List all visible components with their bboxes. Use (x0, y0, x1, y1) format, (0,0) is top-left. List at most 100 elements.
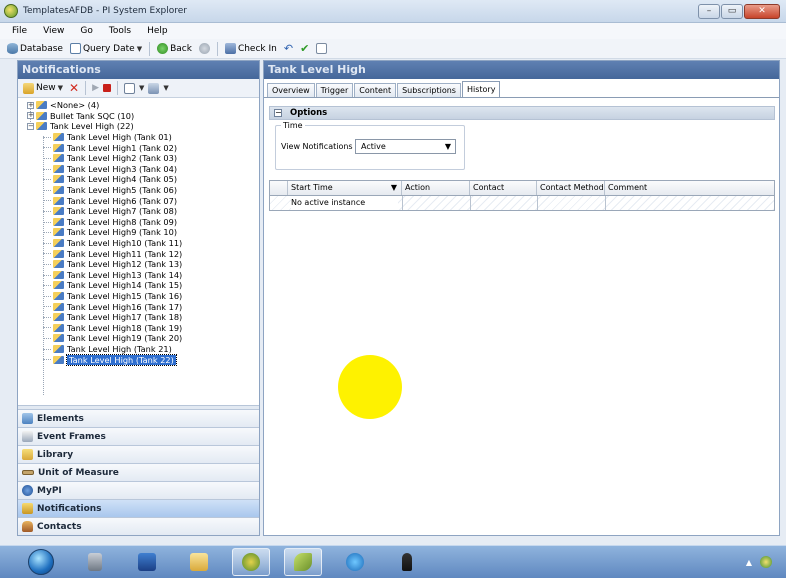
tree-item[interactable]: Tank Level High19 (Tank 20) (18, 333, 259, 344)
tree-item[interactable]: Tank Level High11 (Tank 12) (18, 248, 259, 259)
notification-icon (53, 302, 64, 311)
tab-content[interactable]: Content (354, 83, 397, 97)
tree-item[interactable]: Tank Level High (Tank 21) (18, 344, 259, 355)
notification-icon (53, 207, 64, 216)
new-button[interactable]: New ▼ (21, 82, 65, 94)
taskbar-internet-explorer[interactable] (336, 548, 374, 576)
properties-button[interactable] (314, 43, 329, 54)
tree-item[interactable]: Tank Level High6 (Tank 07) (18, 195, 259, 206)
column-header-action[interactable]: Action (402, 181, 470, 195)
column-header-contact-method[interactable]: Contact Method (537, 181, 605, 195)
menu-go[interactable]: Go (80, 26, 92, 36)
notifications-icon (22, 503, 33, 514)
column-header-comment[interactable]: Comment (605, 181, 774, 195)
toolbar-separator (216, 41, 218, 56)
delete-icon[interactable]: ✕ (69, 82, 79, 94)
expand-icon[interactable]: + (27, 112, 34, 120)
copy-icon[interactable] (124, 82, 136, 94)
nav-elements[interactable]: Elements (18, 409, 259, 427)
start-button[interactable] (28, 549, 54, 575)
tree-item[interactable]: Tank Level High3 (Tank 04) (18, 164, 259, 175)
tree-item[interactable]: Tank Level High13 (Tank 14) (18, 270, 259, 281)
collapse-icon[interactable]: − (274, 109, 282, 117)
stop-icon[interactable] (103, 84, 112, 92)
expand-icon[interactable]: + (27, 101, 34, 109)
nav-notifications[interactable]: Notifications (18, 499, 259, 517)
tree-item-label: Tank Level High10 (Tank 11) (67, 238, 183, 249)
tree-connector (43, 348, 51, 350)
back-button[interactable]: Back (155, 43, 194, 54)
database-button[interactable]: Database (5, 43, 65, 54)
taskbar-pi-system-explorer[interactable] (232, 548, 270, 576)
tree-item-label: Tank Level High17 (Tank 18) (67, 312, 183, 323)
nav-event-frames[interactable]: Event Frames (18, 427, 259, 445)
nav-unit-of-measure[interactable]: Unit of Measure (18, 463, 259, 481)
export-icon[interactable] (148, 82, 160, 94)
menu-file[interactable]: File (12, 26, 27, 36)
tree-item[interactable]: Tank Level High (Tank 22) (18, 353, 259, 366)
tree-connector (43, 136, 51, 138)
tree-item[interactable]: Tank Level High14 (Tank 15) (18, 280, 259, 291)
toolbar-separator (149, 41, 151, 56)
column-divider (605, 196, 606, 210)
row-selector-header[interactable] (270, 181, 288, 195)
chevron-down-icon[interactable]: ▼ (163, 84, 168, 92)
tree-item[interactable]: Tank Level High15 (Tank 16) (18, 291, 259, 302)
notification-icon (53, 133, 64, 142)
column-header-start-time[interactable]: Start Time ▼ (288, 181, 402, 195)
options-section-header[interactable]: − Options (269, 106, 775, 120)
taskbar-processbook[interactable] (284, 548, 322, 576)
taskbar-explorer[interactable] (180, 548, 218, 576)
undo-button[interactable]: ↶ (282, 43, 295, 54)
tree-item[interactable]: Tank Level High2 (Tank 03) (18, 153, 259, 164)
tray-app-icon[interactable] (760, 556, 772, 568)
notification-icon (53, 344, 64, 353)
nav-mypi[interactable]: MyPI (18, 481, 259, 499)
minimize-button[interactable]: – (698, 4, 720, 19)
tree-item[interactable]: Tank Level High5 (Tank 06) (18, 185, 259, 196)
chevron-down-icon[interactable]: ▼ (139, 84, 144, 92)
tree-item-label: Tank Level High14 (Tank 15) (67, 280, 183, 291)
tree-item[interactable]: − Tank Level High (22) (18, 121, 259, 132)
tree-item[interactable]: Tank Level High9 (Tank 10) (18, 227, 259, 238)
taskbar-powershell[interactable] (128, 548, 166, 576)
tree-item[interactable]: Tank Level High1 (Tank 02) (18, 142, 259, 153)
close-button[interactable]: ✕ (744, 4, 780, 19)
query-date-button[interactable]: Query Date ▼ (68, 43, 144, 54)
tree-item[interactable]: Tank Level High (Tank 01) (18, 132, 259, 143)
tree-item[interactable]: + Bullet Tank SQC (10) (18, 111, 259, 122)
tree-item[interactable]: + <None> (4) (18, 100, 259, 111)
show-hidden-icons-icon[interactable]: ▲ (746, 558, 752, 567)
tree-item[interactable]: Tank Level High12 (Tank 13) (18, 259, 259, 270)
tree-item[interactable]: Tank Level High17 (Tank 18) (18, 312, 259, 323)
tree-item[interactable]: Tank Level High18 (Tank 19) (18, 322, 259, 333)
forward-button[interactable] (197, 43, 212, 54)
tree-item-label: Tank Level High7 (Tank 08) (67, 206, 178, 217)
tab-overview[interactable]: Overview (267, 83, 315, 97)
tree-item[interactable]: Tank Level High4 (Tank 05) (18, 174, 259, 185)
check-in-button[interactable]: Check In (223, 43, 279, 54)
tab-history[interactable]: History (461, 81, 501, 97)
tab-trigger[interactable]: Trigger (315, 83, 354, 97)
view-notifications-select[interactable]: Active ▼ (355, 139, 456, 154)
taskbar-server-manager[interactable] (76, 548, 114, 576)
column-header-contact[interactable]: Contact (470, 181, 537, 195)
maximize-button[interactable]: ▭ (721, 4, 743, 19)
apply-button[interactable]: ✔ (298, 43, 311, 54)
menu-help[interactable]: Help (147, 26, 168, 36)
nav-contacts[interactable]: Contacts (18, 517, 259, 535)
taskbar-recorder[interactable] (388, 548, 426, 576)
start-icon[interactable]: ▶ (92, 83, 99, 93)
tree-item[interactable]: Tank Level High7 (Tank 08) (18, 206, 259, 217)
nav-library[interactable]: Library (18, 445, 259, 463)
collapse-icon[interactable]: − (27, 122, 34, 130)
tree-connector (43, 316, 51, 318)
tree-connector (43, 295, 51, 297)
tree-item[interactable]: Tank Level High10 (Tank 11) (18, 238, 259, 249)
menu-tools[interactable]: Tools (109, 26, 131, 36)
tree-item[interactable]: Tank Level High8 (Tank 09) (18, 217, 259, 228)
tab-subscriptions[interactable]: Subscriptions (397, 83, 461, 97)
tree-item[interactable]: Tank Level High16 (Tank 17) (18, 301, 259, 312)
menu-view[interactable]: View (43, 26, 64, 36)
tree-item-label: <None> (4) (50, 100, 100, 111)
